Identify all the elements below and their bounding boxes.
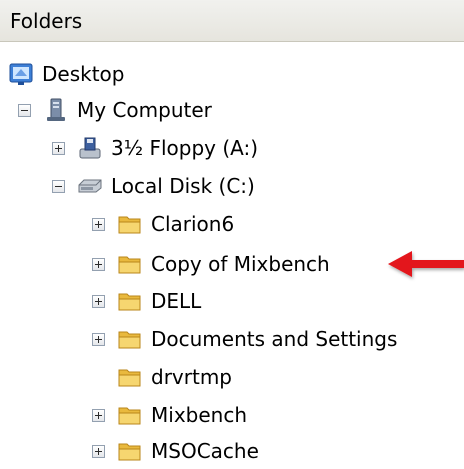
tree-item-folder[interactable]: Copy of Mixbench: [92, 246, 330, 282]
expand-toggle[interactable]: [92, 217, 105, 231]
collapse-toggle-local-disk[interactable]: [52, 179, 65, 193]
tree-item-folder[interactable]: MSOCache: [92, 433, 259, 469]
tree-item-folder[interactable]: Documents and Settings: [92, 321, 397, 357]
expand-toggle[interactable]: [92, 444, 105, 458]
floppy-drive-icon: [79, 137, 101, 159]
tree-item-folder[interactable]: Mixbench: [92, 397, 247, 433]
tree-item-folder[interactable]: drvrtmp: [92, 359, 232, 395]
tree-label-folder: Clarion6: [151, 212, 235, 236]
folder-icon: [118, 407, 141, 425]
expand-toggle[interactable]: [92, 332, 105, 346]
tree-label-folder: drvrtmp: [151, 365, 232, 389]
hard-disk-icon: [78, 179, 102, 193]
expander-placeholder: [92, 371, 105, 384]
tree-item-folder[interactable]: DELL: [92, 283, 201, 319]
tree-label-floppy: 3½ Floppy (A:): [111, 136, 259, 160]
computer-icon: [47, 98, 65, 121]
desktop-icon: [9, 63, 33, 85]
tree-label-folder: MSOCache: [151, 439, 259, 463]
folder-icon: [118, 369, 141, 387]
folder-icon: [118, 293, 141, 311]
tree-label-my-computer: My Computer: [77, 98, 212, 122]
folder-icon: [118, 216, 141, 234]
tree-label-folder: DELL: [151, 289, 202, 313]
folder-icon: [118, 331, 141, 349]
folders-header: Folders: [0, 0, 464, 42]
folder-icon: [118, 443, 141, 461]
folder-icon: [118, 256, 141, 274]
tree-item-floppy[interactable]: 3½ Floppy (A:): [52, 130, 258, 166]
expand-toggle[interactable]: [92, 294, 105, 308]
expand-toggle[interactable]: [92, 408, 105, 422]
annotation-arrow-icon: [388, 251, 464, 277]
tree-label-desktop: Desktop: [42, 62, 125, 86]
tree-label-folder: Copy of Mixbench: [151, 252, 330, 276]
tree-label-local-disk: Local Disk (C:): [111, 174, 255, 198]
folders-title: Folders: [10, 9, 83, 33]
folders-pane: Folders Desktop My Computer 3½ Floppy (A…: [0, 0, 464, 469]
tree-item-folder[interactable]: Clarion6: [92, 206, 234, 242]
tree-label-folder: Mixbench: [151, 403, 247, 427]
tree-item-desktop[interactable]: Desktop: [8, 56, 124, 92]
tree-label-folder: Documents and Settings: [151, 327, 398, 351]
expand-toggle[interactable]: [92, 257, 105, 271]
collapse-toggle-my-computer[interactable]: [18, 103, 31, 117]
expand-toggle-floppy[interactable]: [52, 141, 65, 155]
tree-item-local-disk[interactable]: Local Disk (C:): [52, 168, 255, 204]
tree-item-my-computer[interactable]: My Computer: [18, 92, 212, 128]
